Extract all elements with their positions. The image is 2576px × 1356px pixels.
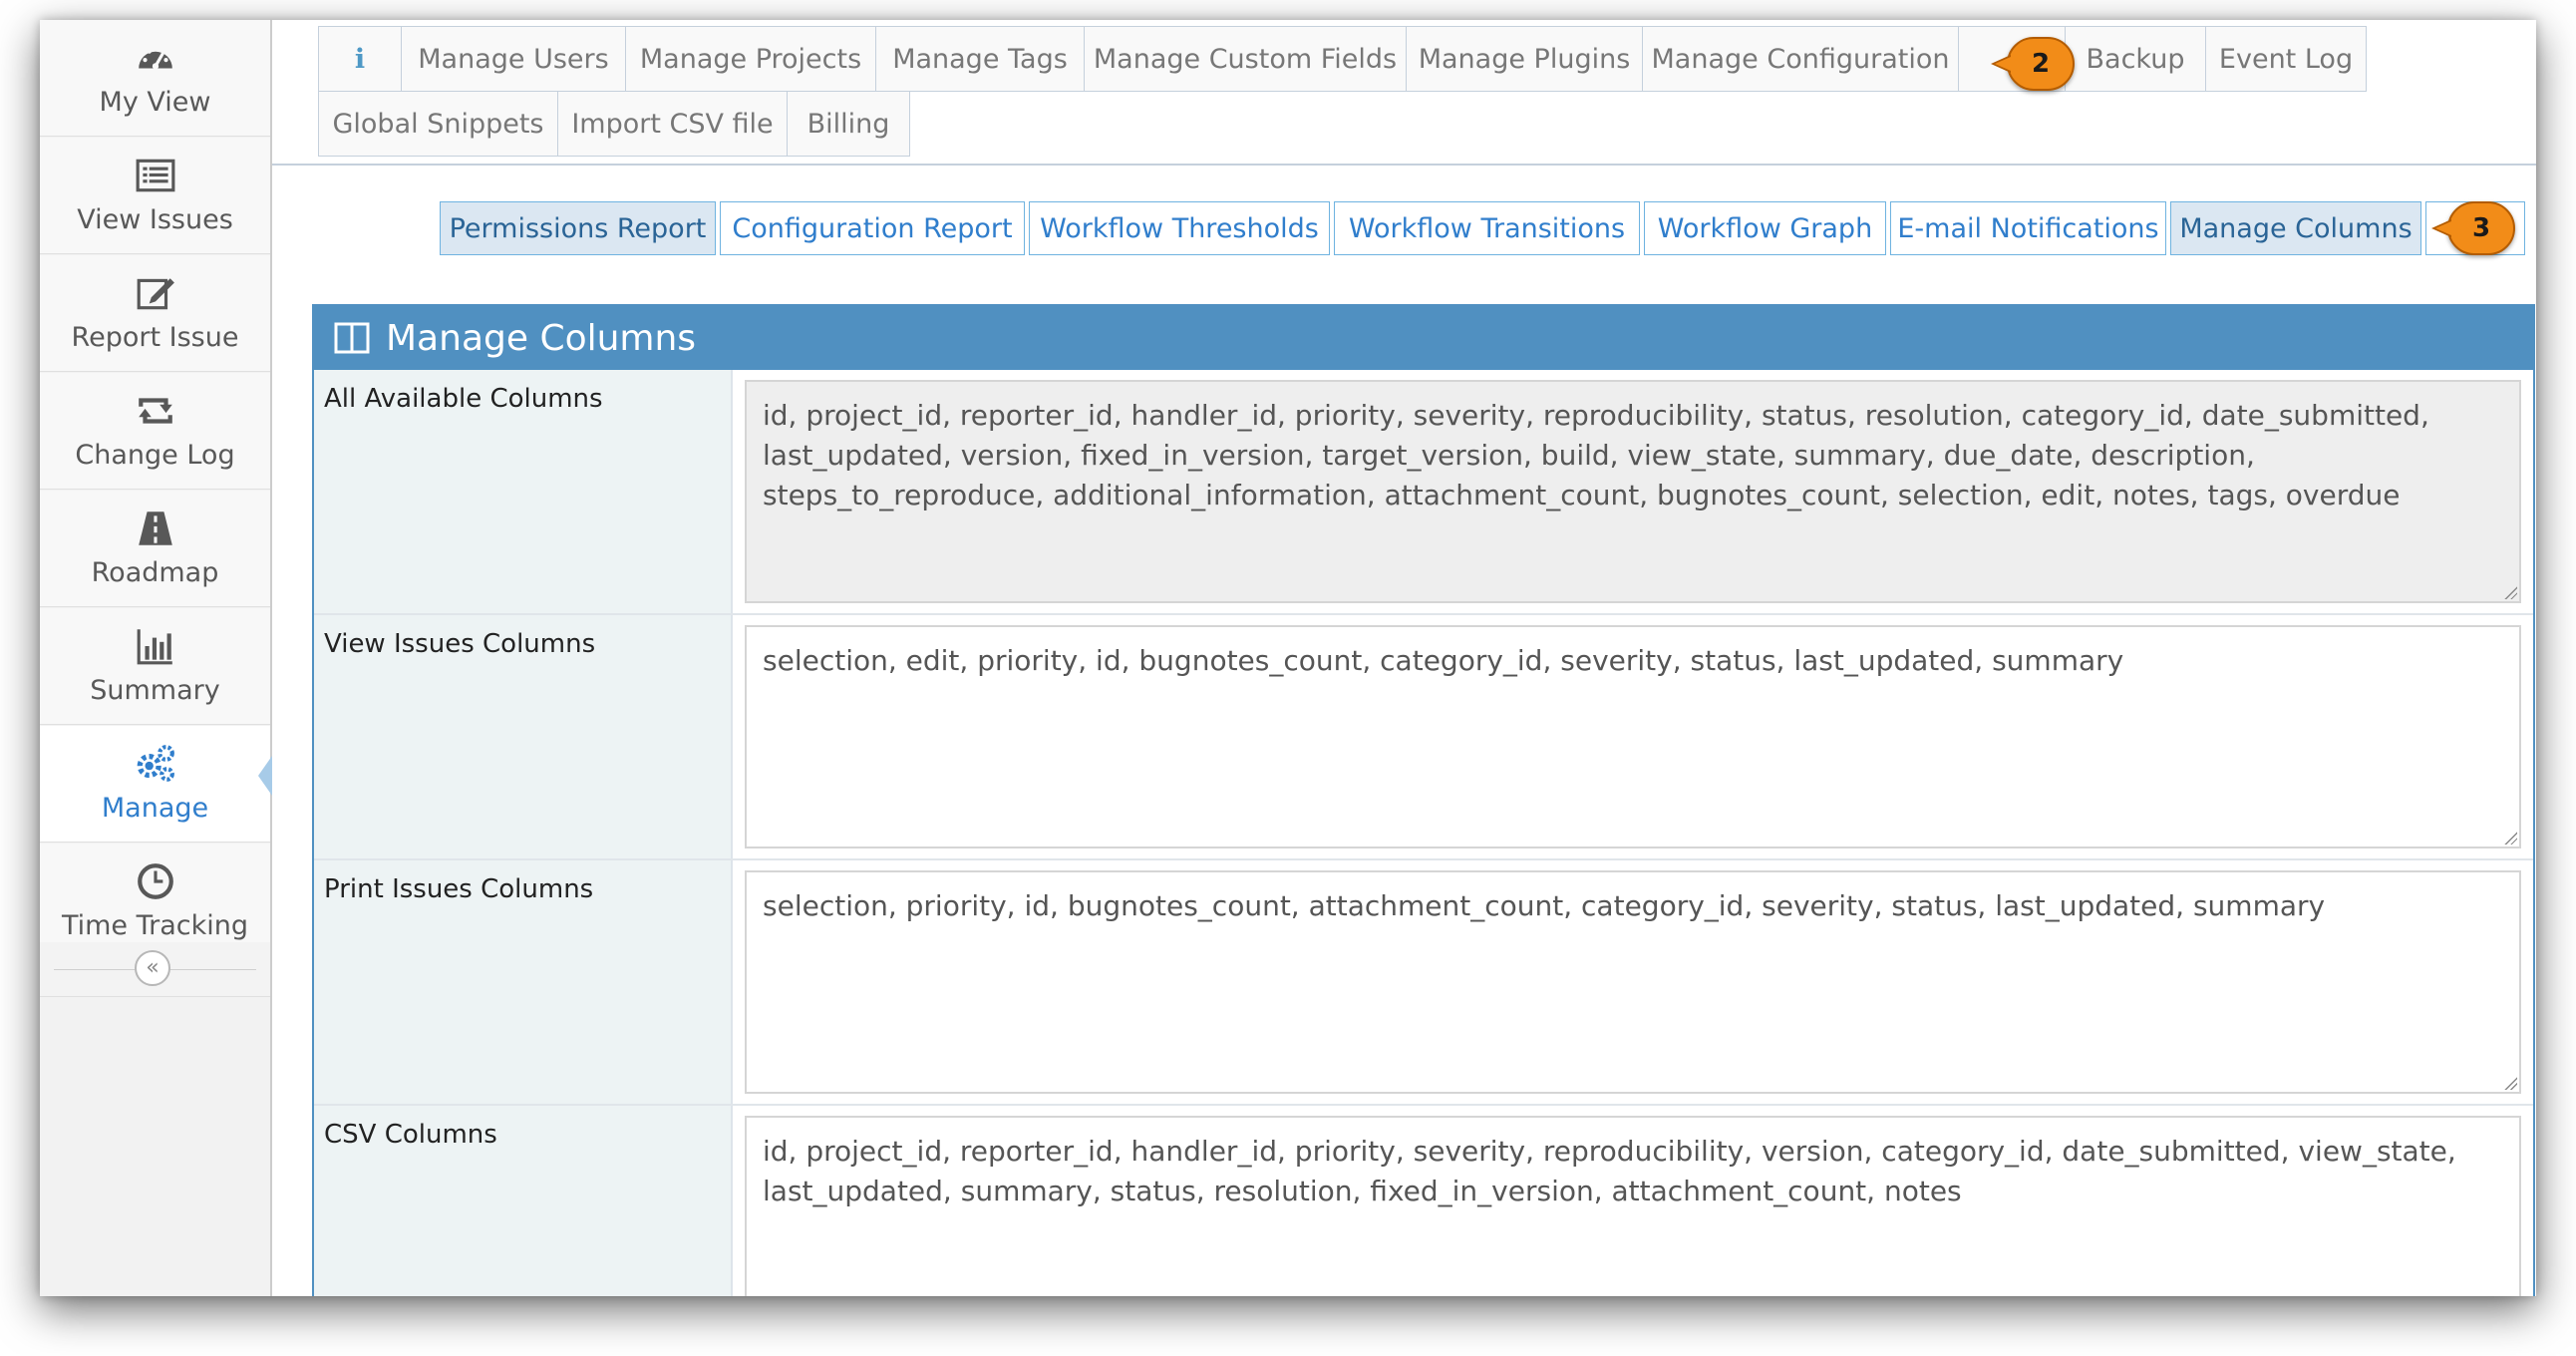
- sidebar: My View View Issues Report Issue Change …: [40, 20, 272, 1296]
- app-window: My View View Issues Report Issue Change …: [40, 20, 2536, 1296]
- sidebar-item-manage[interactable]: Manage: [40, 726, 272, 843]
- sidebar-item-summary[interactable]: Summary: [40, 608, 270, 725]
- subtab-workflow-graph[interactable]: Workflow Graph: [1644, 201, 1886, 255]
- field-label: Print Issues Columns: [314, 860, 733, 1104]
- tab-manage-users[interactable]: Manage Users: [401, 26, 626, 92]
- edit-icon: [137, 278, 174, 310]
- subtab-workflow-thresholds[interactable]: Workflow Thresholds: [1029, 201, 1330, 255]
- subtab-permissions-report[interactable]: Permissions Report: [440, 201, 716, 255]
- subtab-configuration-report[interactable]: Configuration Report: [720, 201, 1025, 255]
- sidebar-item-view-issues[interactable]: View Issues: [40, 138, 270, 254]
- tab-manage-configuration[interactable]: Manage Configuration: [1642, 26, 1959, 92]
- sidebar-item-label: My View: [99, 87, 211, 118]
- field-label: CSV Columns: [314, 1106, 733, 1296]
- manage-columns-widget: Manage Columns All Available Columns id,…: [312, 304, 2535, 1296]
- callout-badge-2: 2: [1991, 37, 2075, 91]
- callout-badge-3: 3: [2431, 201, 2515, 255]
- field-label: View Issues Columns: [314, 615, 733, 858]
- subtab-workflow-transitions[interactable]: Workflow Transitions: [1334, 201, 1640, 255]
- list-icon: [136, 159, 174, 192]
- all-available-columns-field[interactable]: id, project_id, reporter_id, handler_id,…: [745, 380, 2521, 603]
- tab-event-log[interactable]: Event Log: [2205, 26, 2367, 92]
- view-issues-columns-field[interactable]: selection, edit, priority, id, bugnotes_…: [745, 625, 2521, 848]
- tab-manage-plugins[interactable]: Manage Plugins: [1406, 26, 1643, 92]
- sidebar-item-my-view[interactable]: My View: [40, 20, 270, 137]
- columns-icon: [334, 322, 370, 354]
- view-issues-columns-row: View Issues Columns selection, edit, pri…: [314, 615, 2533, 860]
- sidebar-item-label: Time Tracking: [61, 910, 249, 941]
- tab-import-csv-file[interactable]: Import CSV file: [557, 91, 788, 157]
- gears-icon: [137, 745, 174, 782]
- sidebar-item-report-issue[interactable]: Report Issue: [40, 255, 270, 372]
- tab-billing[interactable]: Billing: [787, 91, 910, 157]
- tab-info[interactable]: ℹ: [318, 26, 402, 92]
- tab-manage-custom-fields[interactable]: Manage Custom Fields: [1084, 26, 1407, 92]
- subtab-email-notifications[interactable]: E-mail Notifications: [1890, 201, 2166, 255]
- bar-chart-icon: [137, 629, 172, 665]
- sidebar-item-label: Summary: [90, 675, 220, 706]
- widget-title: Manage Columns: [386, 317, 697, 359]
- sidebar-collapse-bar: «: [40, 942, 270, 997]
- retweet-icon: [138, 398, 172, 424]
- widget-header: Manage Columns: [314, 306, 2533, 370]
- sidebar-item-label: Roadmap: [91, 557, 219, 588]
- csv-columns-row: CSV Columns id, project_id, reporter_id,…: [314, 1106, 2533, 1296]
- tab-manage-tags[interactable]: Manage Tags: [875, 26, 1085, 92]
- collapse-sidebar-button[interactable]: «: [135, 950, 170, 986]
- tab-backup[interactable]: Backup: [2065, 26, 2206, 92]
- tab-global-snippets[interactable]: Global Snippets: [318, 91, 558, 157]
- print-issues-columns-row: Print Issues Columns selection, priority…: [314, 860, 2533, 1106]
- all-available-columns-row: All Available Columns id, project_id, re…: [314, 370, 2533, 615]
- print-issues-columns-field[interactable]: selection, priority, id, bugnotes_count,…: [745, 870, 2521, 1094]
- csv-columns-field[interactable]: id, project_id, reporter_id, handler_id,…: [745, 1116, 2521, 1296]
- sidebar-item-label: View Issues: [77, 204, 233, 235]
- sidebar-item-label: Report Issue: [71, 322, 239, 353]
- resize-grip-icon[interactable]: [2503, 585, 2517, 599]
- road-icon: [138, 511, 172, 545]
- sidebar-item-roadmap[interactable]: Roadmap: [40, 491, 270, 607]
- field-label: All Available Columns: [314, 370, 733, 613]
- sidebar-item-label: Change Log: [75, 440, 235, 471]
- resize-grip-icon[interactable]: [2503, 831, 2517, 845]
- clock-icon: [137, 863, 173, 899]
- sidebar-item-label: Manage: [101, 793, 209, 824]
- main-content: ℹ Manage Users Manage Projects Manage Ta…: [272, 20, 2536, 1296]
- sidebar-item-change-log[interactable]: Change Log: [40, 373, 270, 490]
- resize-grip-icon[interactable]: [2503, 1076, 2517, 1090]
- subtab-manage-columns[interactable]: Manage Columns: [2170, 201, 2421, 255]
- dashboard-icon: [138, 46, 172, 70]
- tab-manage-projects[interactable]: Manage Projects: [625, 26, 876, 92]
- manage-tabs: ℹ Manage Users Manage Projects Manage Ta…: [272, 20, 2536, 166]
- info-icon: ℹ: [354, 43, 366, 75]
